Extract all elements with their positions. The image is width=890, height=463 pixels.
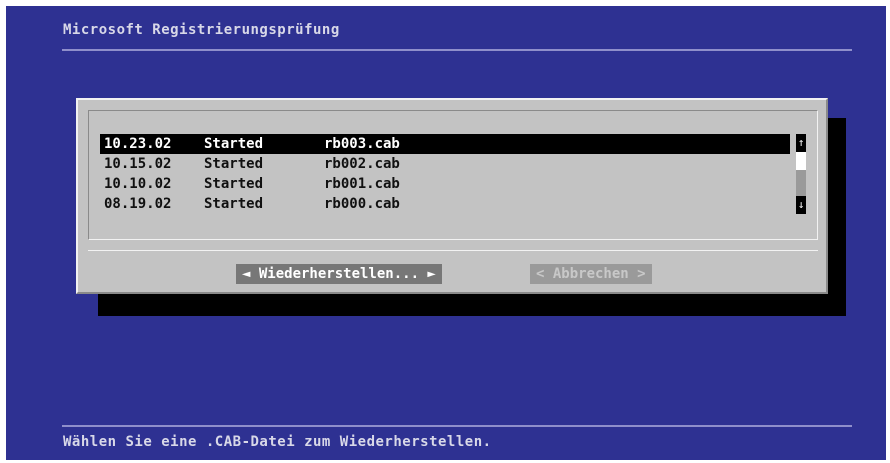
screen-background: Microsoft Registrierungsprüfung 10.23.02… <box>6 6 886 460</box>
list-item[interactable]: 10.10.02 Started rb001.cab <box>100 174 790 194</box>
app-title: Microsoft Registrierungsprüfung <box>63 22 340 38</box>
row-date: 08.19.02 <box>104 196 172 212</box>
row-file: rb002.cab <box>324 156 400 172</box>
backup-list[interactable]: 10.23.02 Started rb003.cab 10.15.02 Star… <box>100 134 790 214</box>
scrollbar-track[interactable] <box>796 170 806 196</box>
row-file: rb001.cab <box>324 176 400 192</box>
button-bar: ◄ Wiederherstellen... ► < Abbrechen > <box>88 250 818 284</box>
restore-button[interactable]: ◄ Wiederherstellen... ► <box>236 264 442 284</box>
row-status: Started <box>204 196 264 212</box>
status-divider <box>62 425 852 427</box>
list-scrollbar[interactable]: ↑ ↓ <box>796 134 806 214</box>
row-status: Started <box>204 176 264 192</box>
row-file: rb000.cab <box>324 196 400 212</box>
row-file: rb003.cab <box>324 136 400 152</box>
list-item[interactable]: 08.19.02 Started rb000.cab <box>100 194 790 214</box>
scrollbar-thumb[interactable] <box>796 152 806 170</box>
list-item[interactable]: 10.15.02 Started rb002.cab <box>100 154 790 174</box>
row-date: 10.23.02 <box>104 136 172 152</box>
arrow-down-icon[interactable]: ↓ <box>796 196 806 214</box>
row-status: Started <box>204 156 264 172</box>
title-divider <box>62 49 852 51</box>
arrow-up-icon[interactable]: ↑ <box>796 134 806 152</box>
list-item[interactable]: 10.23.02 Started rb003.cab <box>100 134 790 154</box>
row-status: Started <box>204 136 264 152</box>
cancel-button[interactable]: < Abbrechen > <box>530 264 652 284</box>
row-date: 10.15.02 <box>104 156 172 172</box>
restore-dialog: 10.23.02 Started rb003.cab 10.15.02 Star… <box>76 98 828 294</box>
status-bar-text: Wählen Sie eine .CAB-Datei zum Wiederher… <box>63 434 492 450</box>
row-date: 10.10.02 <box>104 176 172 192</box>
